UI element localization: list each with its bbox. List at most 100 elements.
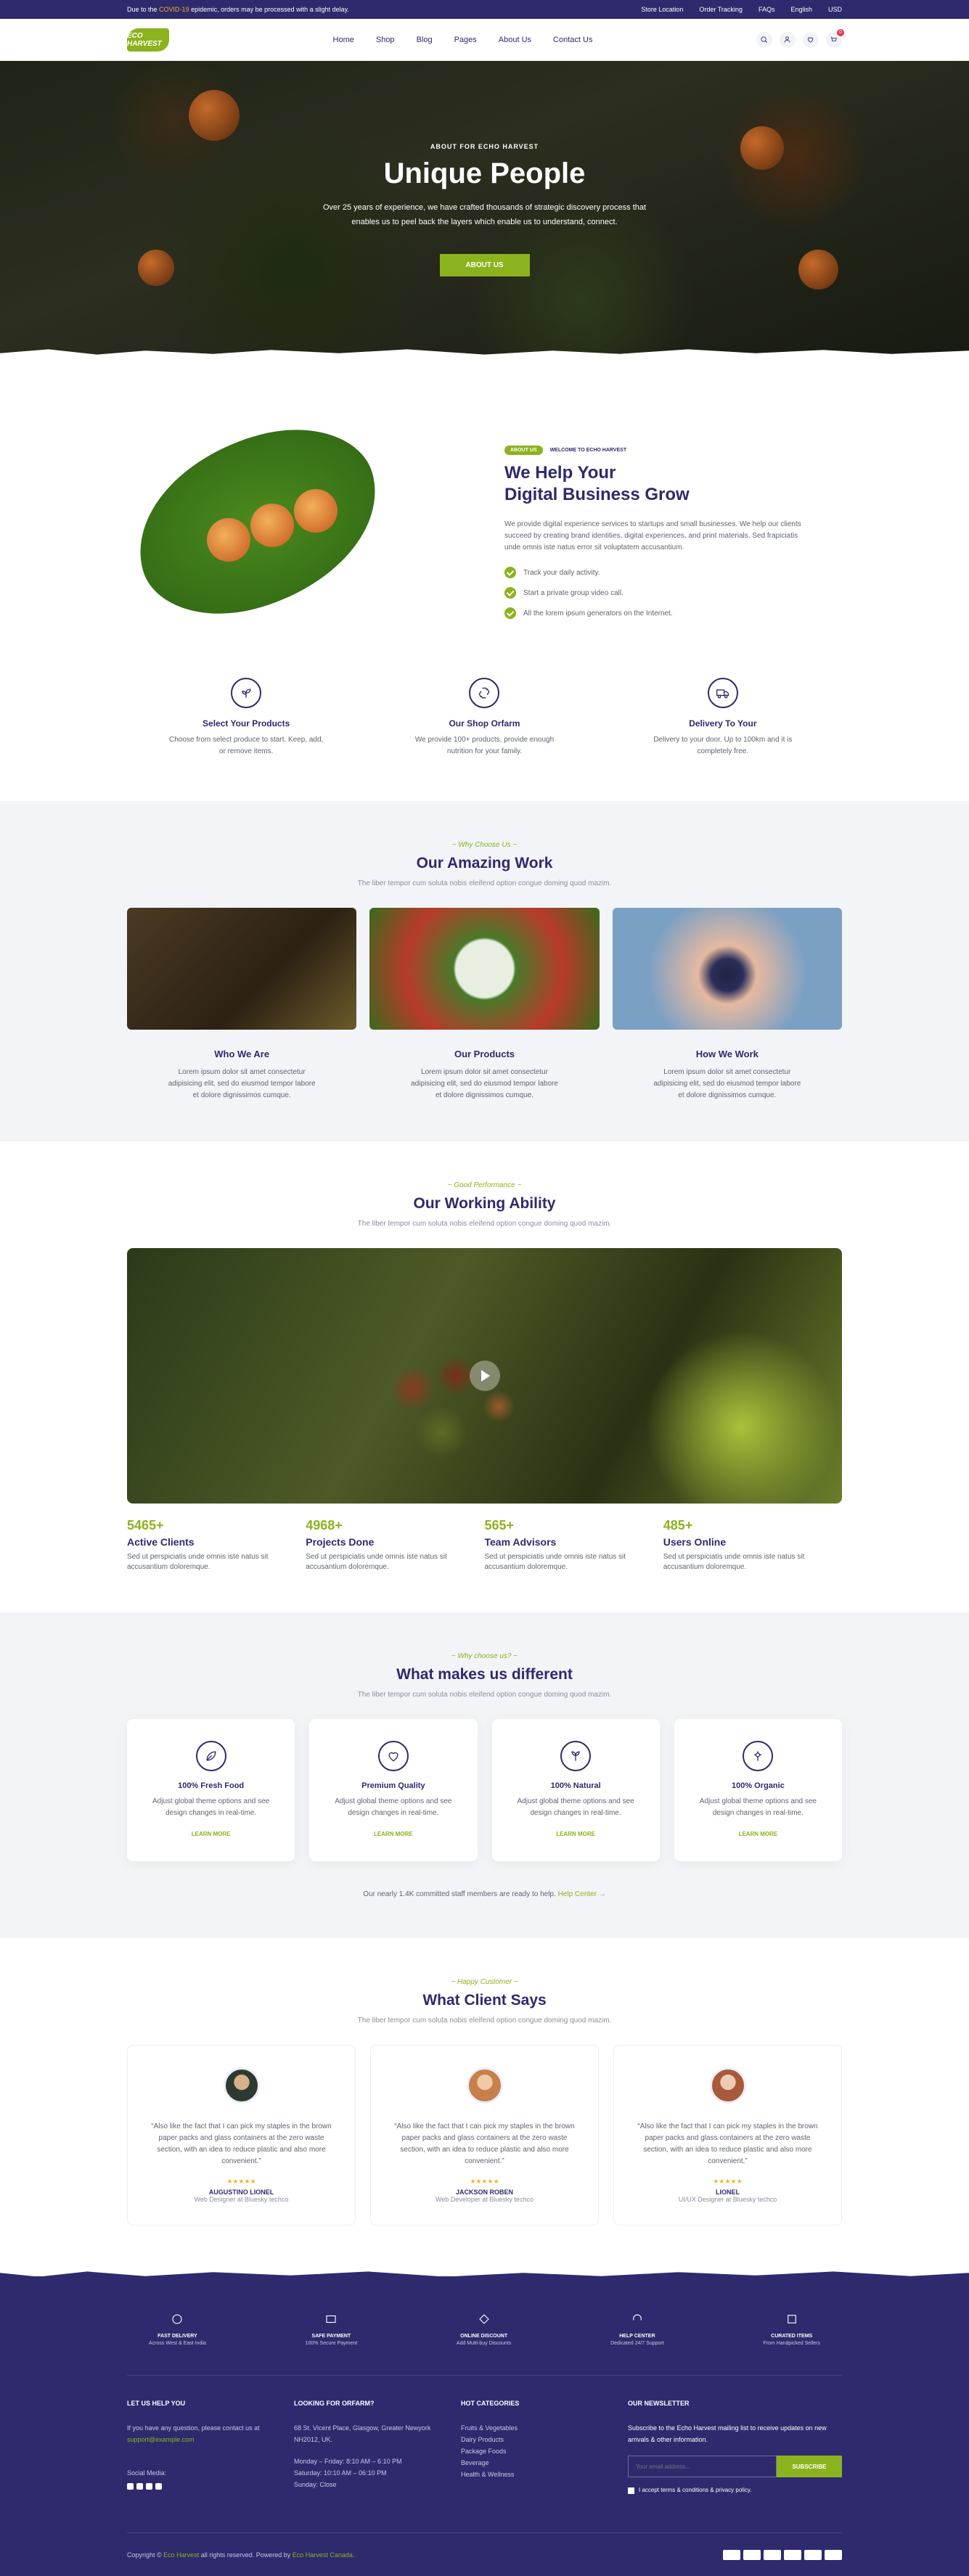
instagram-icon[interactable]	[155, 2483, 162, 2490]
category-link[interactable]: Dairy Products	[461, 2434, 599, 2445]
stat-item: 4968+ Projects Done Sed ut perspiciatis un…	[306, 1518, 447, 1571]
mastercard-icon	[743, 2549, 761, 2560]
check-item: All the lorem ipsum generators on the In…	[504, 607, 842, 619]
category-link[interactable]: Package Foods	[461, 2445, 599, 2457]
food-piece	[207, 518, 250, 562]
work-card[interactable]: Our Products Lorem ipsum dolor sit amet c…	[369, 908, 600, 1102]
features-row: Select Your Products Choose from select p…	[0, 678, 969, 801]
work-section: ~ Why Choose Us ~ Our Amazing Work The l…	[0, 801, 969, 1141]
food-piece	[294, 489, 338, 533]
card-icon	[825, 2549, 842, 2560]
user-icon[interactable]	[779, 31, 796, 48]
orange-fruit	[138, 250, 174, 286]
service-item: FAST DELIVERY Across West & East India	[149, 2313, 206, 2346]
testimonial-card: “Also like the fact that I can pick my s…	[127, 2045, 356, 2226]
help-column: LET US HELP YOU If you have any question…	[127, 2397, 265, 2496]
about-text: We provide digital experience services t…	[504, 520, 801, 551]
youtube-icon[interactable]	[146, 2483, 152, 2490]
newsletter-email-input[interactable]	[628, 2456, 777, 2477]
about-section: ABOUT US WELCOME TO ECHO HARVEST We Help …	[0, 358, 969, 678]
different-section: ~ Why choose us? ~ What makes us differe…	[0, 1612, 969, 1938]
facebook-icon[interactable]	[127, 2483, 134, 2490]
check-icon	[504, 607, 516, 619]
main-header: ECO HARVEST Home Shop Blog Pages About U…	[0, 19, 969, 61]
value-card: 100% Natural Adjust global theme options …	[491, 1719, 660, 1861]
nav-shop[interactable]: Shop	[376, 36, 395, 44]
check-icon	[504, 567, 516, 578]
learn-more-link[interactable]: LEARN MORE	[556, 1831, 595, 1837]
terms-checkbox[interactable]	[628, 2487, 634, 2494]
payment-cards	[723, 2549, 842, 2560]
about-us-button[interactable]: ABOUT US	[439, 254, 530, 276]
value-card: 100% Organic Adjust global theme options …	[674, 1719, 842, 1861]
currency-select[interactable]: USD	[828, 6, 842, 13]
nav-blog[interactable]: Blog	[417, 36, 433, 44]
subscribe-button[interactable]: SUBSCRIBE	[777, 2456, 842, 2477]
avatar	[223, 2067, 260, 2104]
hero-banner: ABOUT FOR ECHO HARVEST Unique People Ove…	[0, 61, 969, 358]
heart-icon[interactable]	[802, 31, 819, 48]
about-tag: WELCOME TO ECHO HARVEST	[549, 448, 627, 453]
heart-icon	[377, 1741, 409, 1771]
check-icon	[504, 587, 516, 599]
service-item: CURATED ITEMS From Handpicked Sellers	[763, 2313, 820, 2346]
hero-text: Over 25 years of experience, we have cra…	[322, 203, 647, 226]
delivery-icon	[172, 2314, 182, 2324]
learn-more-link[interactable]: LEARN MORE	[192, 1831, 231, 1837]
ability-section: ~ Good Performance ~ Our Working Ability…	[0, 1141, 969, 1612]
learn-more-link[interactable]: LEARN MORE	[374, 1831, 413, 1837]
search-icon[interactable]	[756, 31, 772, 48]
category-link[interactable]: Beverage	[461, 2457, 599, 2469]
hero-title: Unique People	[383, 157, 586, 189]
visa-icon	[723, 2549, 740, 2560]
nav-about[interactable]: About Us	[499, 36, 531, 44]
service-item: HELP CENTER Dedicated 24/7 Support	[610, 2313, 664, 2346]
flower-icon	[743, 1741, 774, 1771]
testimonial-card: “Also like the fact that I can pick my s…	[613, 2045, 842, 2226]
rating-stars: ★★★★★	[713, 2178, 743, 2185]
about-title: We Help Your Digital Business Grow	[504, 463, 690, 504]
learn-more-link[interactable]: LEARN MORE	[738, 1831, 777, 1837]
blueberries-photo	[612, 908, 842, 1030]
work-card[interactable]: How We Work Lorem ipsum dolor sit amet co…	[612, 908, 842, 1102]
support-email-link[interactable]: support@example.com	[127, 2436, 195, 2443]
language-select[interactable]: English	[790, 6, 812, 13]
order-tracking-link[interactable]: Order Tracking	[699, 6, 743, 13]
support-icon	[633, 2314, 642, 2321]
logo[interactable]: ECO HARVEST	[127, 28, 169, 52]
vegetables-photo	[369, 908, 600, 1030]
service-item: ONLINE DISCOUNT Add Multi-buy Discounts	[457, 2313, 511, 2346]
orange-fruit	[740, 126, 784, 170]
cart-icon[interactable]: 0	[825, 28, 844, 48]
top-bar: Due to the COVID-19 epidemic, orders may…	[0, 0, 969, 19]
avatar	[709, 2067, 746, 2104]
help-center-link[interactable]: Help Center →	[558, 1890, 606, 1898]
nav-pages[interactable]: Pages	[454, 36, 477, 44]
curated-icon	[787, 2315, 796, 2323]
avatar	[466, 2067, 503, 2104]
food-piece	[250, 504, 294, 547]
check-item: Start a private group video call.	[504, 587, 842, 599]
category-link[interactable]: Fruits & Vegetables	[461, 2422, 599, 2434]
copyright-text: Copyright © Eco Harvest all rights reser…	[127, 2551, 355, 2559]
twitter-icon[interactable]	[136, 2483, 143, 2490]
work-card[interactable]: Who We Are Lorem ipsum dolor sit amet con…	[127, 908, 357, 1102]
category-link[interactable]: Health & Wellness	[461, 2469, 599, 2480]
orange-fruit	[798, 250, 838, 290]
looking-column: LOOKING FOR ORFARM? 68 St. Vicent Place,…	[294, 2400, 431, 2488]
nav-contact[interactable]: Contact Us	[553, 36, 592, 44]
clients-section: ~ Happy Customer ~ What Client Says The …	[0, 1938, 969, 2276]
store-location-link[interactable]: Store Location	[641, 6, 683, 13]
work-title: Our Amazing Work	[416, 855, 553, 871]
value-card: Premium Quality Adjust global theme optio…	[309, 1719, 478, 1861]
faqs-link[interactable]: FAQs	[759, 6, 775, 13]
categories-column: HOT CATEGORIES Fruits & Vegetables Dairy…	[461, 2397, 599, 2496]
stat-item: 5465+ Active Clients Sed ut perspiciatis u…	[127, 1518, 269, 1571]
payment-icon	[326, 2315, 336, 2323]
service-item: SAFE PAYMENT 100% Secure Payment	[306, 2313, 357, 2346]
play-icon[interactable]	[469, 1361, 500, 1391]
orange-fruit	[189, 90, 240, 141]
covid-notice: Due to the COVID-19 epidemic, orders may…	[127, 6, 350, 13]
nav-home[interactable]: Home	[333, 36, 354, 44]
gardening-photo	[127, 908, 357, 1030]
